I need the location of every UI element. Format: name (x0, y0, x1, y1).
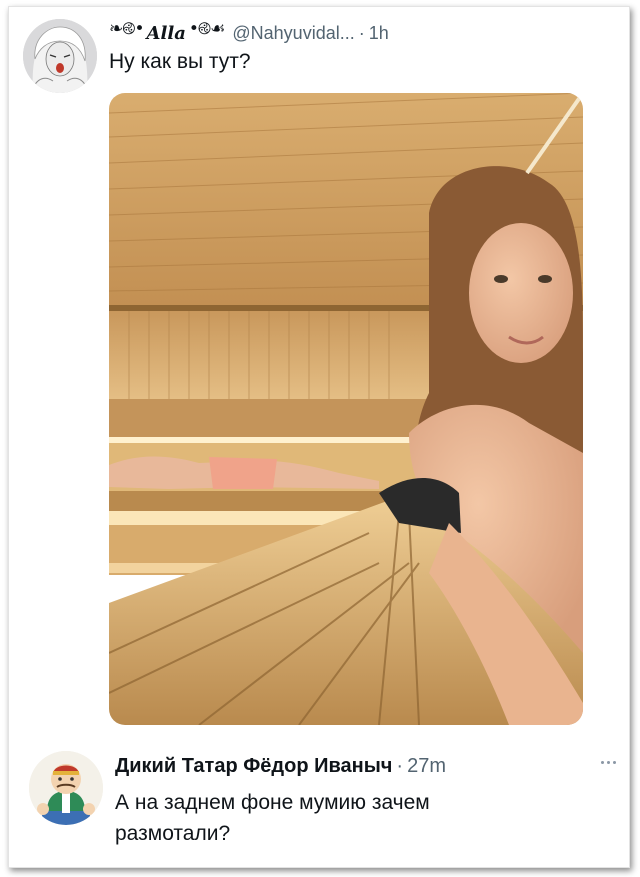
separator-dot: · (358, 22, 365, 43)
tweet2-header: Дикий Татар Фёдор Иваныч · 27m (115, 753, 446, 779)
user-handle[interactable]: @Nahyuvidal... (232, 23, 354, 44)
tweet1-header: ❧࿋• Alla •࿋☙ @Nahyuvidal... · 1h (109, 19, 389, 46)
cartoon-tatar-avatar-icon (29, 751, 103, 825)
tweet-timestamp[interactable]: 1h (369, 23, 389, 44)
woman-avatar-icon (23, 19, 97, 93)
tweet-screenshot-frame: ❧࿋• Alla •࿋☙ @Nahyuvidal... · 1h Ну как … (8, 6, 630, 868)
display-name[interactable]: Alla (147, 23, 186, 44)
tweet-text: А на заднем фоне мумию зачем размотали? (115, 791, 430, 845)
display-name[interactable]: Дикий Татар Фёдор Иваныч (115, 755, 392, 778)
tweet-text: Ну как вы тут? (109, 50, 251, 73)
more-dot (612, 760, 616, 764)
user-avatar-tatar[interactable] (29, 751, 103, 825)
user-avatar-alla[interactable] (23, 19, 97, 93)
more-dot (600, 760, 604, 764)
tweet-photo[interactable] (109, 93, 583, 725)
more-dots-icon[interactable] (595, 755, 621, 769)
sauna-photo (109, 93, 583, 725)
separator-dot: · (396, 754, 404, 777)
more-dot (606, 760, 610, 764)
tweet-timestamp[interactable]: 27m (407, 755, 446, 778)
